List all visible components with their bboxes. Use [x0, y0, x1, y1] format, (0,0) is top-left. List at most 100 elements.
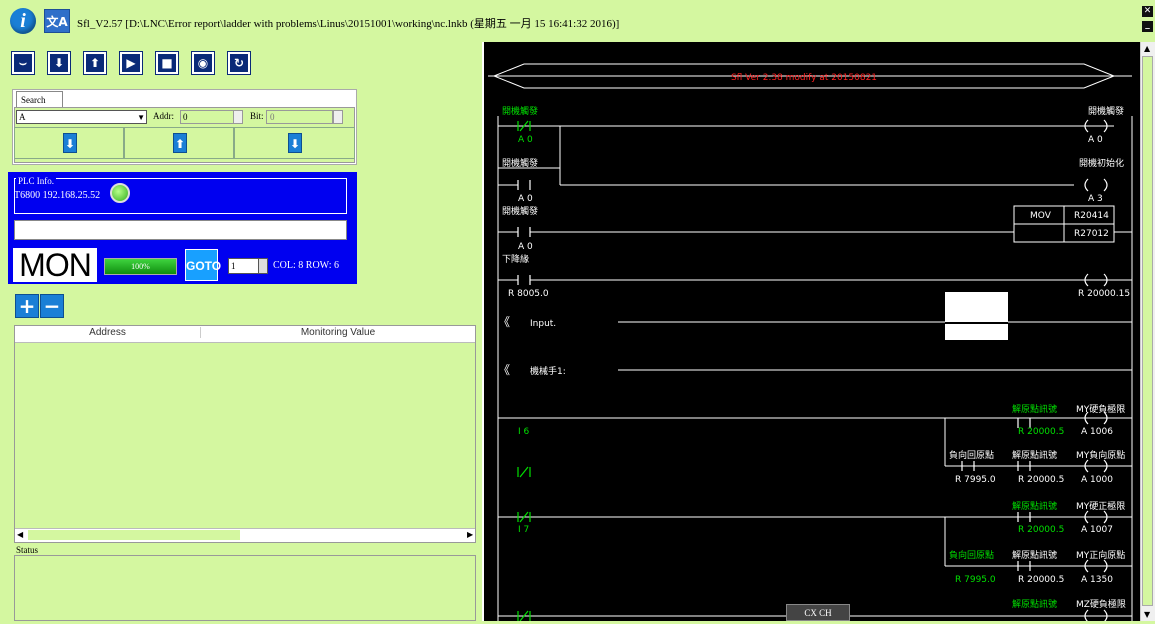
- scroll-up-icon[interactable]: ▲: [1144, 44, 1150, 53]
- connection-led-icon: [110, 183, 130, 203]
- label-r5-c2: 解原點訊號: [1012, 403, 1057, 415]
- addr-r2-coil: A 3: [1088, 194, 1103, 204]
- label-r6-c2: 解原點訊號: [1012, 449, 1057, 461]
- contact-r3: [517, 227, 531, 237]
- refresh-icon[interactable]: ↻: [227, 51, 251, 75]
- remove-button[interactable]: −: [40, 294, 64, 318]
- contact-r5: [517, 466, 531, 478]
- play-icon[interactable]: ▶: [119, 51, 143, 75]
- step-icon[interactable]: ◉: [191, 51, 215, 75]
- ladder-header-text: Sfl Ver 2.38 modify at 20150821: [731, 73, 877, 83]
- addr-r6-coil: A 1000: [1081, 475, 1113, 485]
- device-value: A: [19, 112, 26, 122]
- addr-r7-c2: R 20000.5: [1018, 525, 1064, 535]
- addr-r8-c2: R 20000.5: [1018, 575, 1064, 585]
- addr-r6-c2: R 20000.5: [1018, 475, 1064, 485]
- label-r7-coil: MY硬正極限: [1076, 500, 1125, 512]
- label-r3-contact: 開機觸發: [502, 205, 538, 217]
- bit-spinner[interactable]: [333, 110, 343, 124]
- mode-indicator: MON: [13, 248, 97, 282]
- addr-r3-contact: A 0: [518, 242, 533, 252]
- addr-r4-contact: R 8005.0: [508, 289, 549, 299]
- op2-r3: R27012: [1074, 229, 1109, 239]
- goto-button[interactable]: GOTO: [185, 249, 221, 281]
- status-box: [14, 555, 476, 621]
- window-title: Sfl_V2.57 [D:\LNC\Error report\ladder wi…: [77, 18, 620, 30]
- scroll-right-icon[interactable]: ▶: [467, 530, 473, 539]
- label-r4-contact: 下降緣: [502, 253, 529, 265]
- addr-r4-coil: R 20000.15: [1078, 289, 1130, 299]
- addr-r8-c1: R 7995.0: [955, 575, 996, 585]
- comment-arrow-icon: 《: [498, 363, 510, 377]
- close-icon[interactable]: ✕: [1142, 6, 1153, 17]
- column-monitoring-value[interactable]: Monitoring Value: [200, 327, 475, 338]
- addr-label: Addr:: [153, 111, 175, 121]
- download-icon[interactable]: ⬇: [47, 51, 71, 75]
- info-icon[interactable]: i: [10, 8, 36, 34]
- tab-search[interactable]: Search: [16, 91, 63, 108]
- language-icon[interactable]: 文A: [44, 9, 70, 33]
- plc-message-field: [14, 220, 347, 240]
- label-r5-coil: MY硬負極限: [1076, 403, 1125, 415]
- search-down-button[interactable]: ⬇: [14, 127, 124, 159]
- label-r2-coil: 開機初始化: [1079, 157, 1124, 169]
- comment-input: Input.: [530, 319, 556, 329]
- col-row-readout: COL: 8 ROW: 6: [273, 260, 340, 271]
- comment-robot: 機械手1:: [530, 365, 566, 377]
- contact-r2: [517, 180, 531, 190]
- upload-icon[interactable]: ⬆: [83, 51, 107, 75]
- page-input[interactable]: 1: [228, 258, 259, 274]
- add-button[interactable]: +: [15, 294, 39, 318]
- addr-r7-contact: I 7: [518, 525, 529, 535]
- label-r6-c1: 負向回原點: [949, 449, 994, 461]
- contact-r4: [517, 275, 531, 285]
- status-label: Status: [16, 545, 39, 555]
- arrow-down-icon: ⬇: [288, 133, 302, 153]
- input-box-2: [945, 324, 1008, 340]
- label-r1-contact: 開機觸發: [502, 105, 538, 117]
- stop-icon[interactable]: ■: [155, 51, 179, 75]
- label-r7-c2: 解原點訊號: [1012, 500, 1057, 512]
- addr-r8-coil: A 1350: [1081, 575, 1113, 585]
- label-r9-coil: MZ硬負極限: [1076, 598, 1126, 610]
- vertical-scrollbar-thumb[interactable]: [1142, 56, 1153, 606]
- ladder-diagram: Sfl Ver 2.38 modify at 20150821 《 《 開機觸發…: [488, 63, 1133, 623]
- label-r8-coil: MY正向原點: [1076, 549, 1125, 561]
- label-r8-c2: 解原點訊號: [1012, 549, 1057, 561]
- minimize-icon[interactable]: _: [1142, 21, 1153, 32]
- chevron-down-icon[interactable]: ▼: [137, 112, 145, 124]
- coil-r2: [1084, 178, 1108, 192]
- func-r3: MOV: [1030, 211, 1052, 221]
- input-box-1: [945, 292, 1008, 322]
- bit-label: Bit:: [250, 111, 264, 121]
- label-r8-c1: 負向回原點: [949, 549, 994, 561]
- label-r1-coil: 開機觸發: [1088, 105, 1124, 117]
- plc-info-title: PLC Info.: [16, 176, 56, 186]
- scroll-down-icon[interactable]: ▼: [1144, 610, 1150, 619]
- search-next-button[interactable]: ⬇: [234, 127, 355, 159]
- comment-arrow-icon: 《: [498, 315, 510, 329]
- bit-input[interactable]: 0: [266, 110, 333, 124]
- cx-ch-selector[interactable]: CX CH: [786, 604, 850, 621]
- scrollbar-thumb[interactable]: [28, 530, 240, 540]
- arrow-up-icon: ⬆: [173, 133, 187, 153]
- progress-label: 100%: [131, 262, 150, 271]
- device-select[interactable]: A ▼: [16, 110, 147, 124]
- addr-r7-coil: A 1007: [1081, 525, 1113, 535]
- op1-r3: R20414: [1074, 211, 1109, 221]
- addr-r5-coil: A 1006: [1081, 427, 1113, 437]
- page-spinner[interactable]: [258, 258, 268, 274]
- monitor-table: [14, 325, 476, 543]
- addr-r6-c1: R 7995.0: [955, 475, 996, 485]
- addr-r1-contact: A 0: [518, 135, 533, 145]
- addr-spinner[interactable]: [233, 110, 243, 124]
- plc-ip: T6800 192.168.25.52: [14, 190, 101, 201]
- search-up-button[interactable]: ⬆: [124, 127, 234, 159]
- addr-r5-c2: R 20000.5: [1018, 427, 1064, 437]
- addr-r1-coil: A 0: [1088, 135, 1103, 145]
- scroll-left-icon[interactable]: ◀: [17, 530, 23, 539]
- ladder-view[interactable]: Sfl Ver 2.38 modify at 20150821 《 《 開機觸發…: [482, 42, 1140, 623]
- lamp-icon[interactable]: ⌣: [11, 51, 35, 75]
- addr-r5-contact: I 6: [518, 427, 530, 437]
- column-address[interactable]: Address: [15, 327, 200, 338]
